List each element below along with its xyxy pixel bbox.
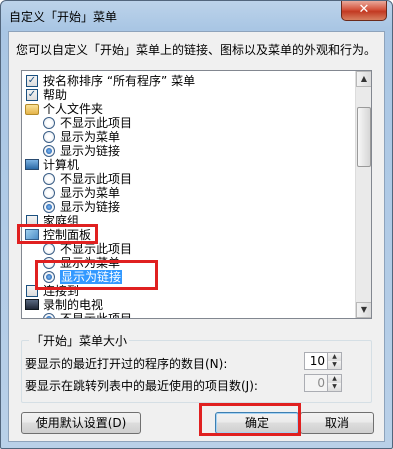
window-title: 自定义「开始」菜单 <box>9 10 118 24</box>
radio-option[interactable]: 显示为链接 <box>22 144 355 158</box>
vertical-scrollbar[interactable]: ▲ ▼ <box>355 71 371 318</box>
recent-programs-value[interactable]: 10 <box>310 354 325 368</box>
jump-list-stepper[interactable]: 0 ▲ ▼ <box>304 374 342 392</box>
scroll-thumb[interactable] <box>357 107 371 167</box>
jump-list-value[interactable]: 0 <box>317 376 325 390</box>
header-option: 录制的电视 <box>22 298 355 312</box>
radio-option[interactable]: 显示为菜单 <box>22 186 355 200</box>
menu-size-title: 「开始」菜单大小 <box>29 332 130 349</box>
customize-start-menu-dialog: 自定义「开始」菜单 ✕ 您可以自定义「开始」菜单上的链接、图标以及菜单的外观和行… <box>0 0 393 449</box>
option-label: 显示为链接 <box>60 200 121 214</box>
radio-selected[interactable] <box>43 201 55 213</box>
header-option: 计算机 <box>22 158 355 172</box>
option-label: 不显示此项目 <box>60 242 133 256</box>
header-option: 个人文件夹 <box>22 102 355 116</box>
checkbox-option[interactable]: ✓ 帮助 <box>22 88 355 102</box>
folder-icon <box>25 104 39 115</box>
stepper-up-icon[interactable]: ▲ <box>327 375 341 383</box>
stepper-up-icon[interactable]: ▲ <box>327 353 341 361</box>
radio-selected[interactable] <box>43 145 55 157</box>
option-label: 个人文件夹 <box>43 102 104 116</box>
annotation-box-ok <box>199 403 301 436</box>
radio-option[interactable]: 显示为菜单 <box>22 130 355 144</box>
checkbox-checked[interactable]: ✓ <box>26 89 38 101</box>
option-label: 计算机 <box>43 158 80 172</box>
radio-option[interactable]: 不显示此项目 <box>22 312 355 319</box>
annotation-box-control-panel <box>17 224 98 244</box>
radio-unselected[interactable] <box>43 117 55 129</box>
option-label: 显示为菜单 <box>60 130 121 144</box>
close-button[interactable]: ✕ <box>341 1 387 21</box>
stepper-down-icon[interactable]: ▼ <box>327 361 341 369</box>
checkbox-option[interactable]: ✓ 按名称排序 “所有程序” 菜单 <box>22 74 355 88</box>
radio-unselected[interactable] <box>43 131 55 143</box>
option-label: 录制的电视 <box>43 298 104 312</box>
recent-programs-stepper[interactable]: 10 ▲ ▼ <box>304 352 342 370</box>
stepper-down-icon[interactable]: ▼ <box>327 383 341 391</box>
recent-programs-label: 要显示的最近打开过的程序的数目(N): <box>25 357 228 371</box>
title-bar: 自定义「开始」菜单 ✕ <box>1 1 392 31</box>
radio-unselected[interactable] <box>43 243 55 255</box>
radio-option[interactable]: 不显示此项目 <box>22 116 355 130</box>
option-label: 帮助 <box>43 88 68 102</box>
radio-selected[interactable] <box>43 313 55 318</box>
option-label: 显示为链接 <box>60 144 121 158</box>
radio-option[interactable]: 不显示此项目 <box>22 172 355 186</box>
scroll-down-button[interactable]: ▼ <box>356 302 371 318</box>
recorded-tv-icon <box>25 299 39 310</box>
jump-list-label: 要显示在跳转列表中的最近使用的项目数(J): <box>25 379 258 393</box>
radio-unselected[interactable] <box>43 187 55 199</box>
radio-option[interactable]: 显示为链接 <box>22 200 355 214</box>
annotation-box-show-as-link <box>35 260 158 290</box>
option-label: 显示为菜单 <box>60 186 121 200</box>
cancel-button[interactable]: 取消 <box>300 412 374 434</box>
radio-option[interactable]: 不显示此项目 <box>22 242 355 256</box>
scroll-up-button[interactable]: ▲ <box>356 71 371 87</box>
radio-unselected[interactable] <box>43 173 55 185</box>
computer-icon <box>25 159 39 170</box>
option-label: 按名称排序 “所有程序” 菜单 <box>43 74 196 88</box>
option-label: 不显示此项目 <box>60 172 133 186</box>
description-text: 您可以自定义「开始」菜单上的链接、图标以及菜单的外观和行为。 <box>16 43 377 57</box>
option-label: 不显示此项目 <box>60 312 133 319</box>
option-label: 不显示此项目 <box>60 116 133 130</box>
use-default-settings-button[interactable]: 使用默认设置(D) <box>21 412 141 434</box>
checkbox-checked[interactable]: ✓ <box>26 75 38 87</box>
